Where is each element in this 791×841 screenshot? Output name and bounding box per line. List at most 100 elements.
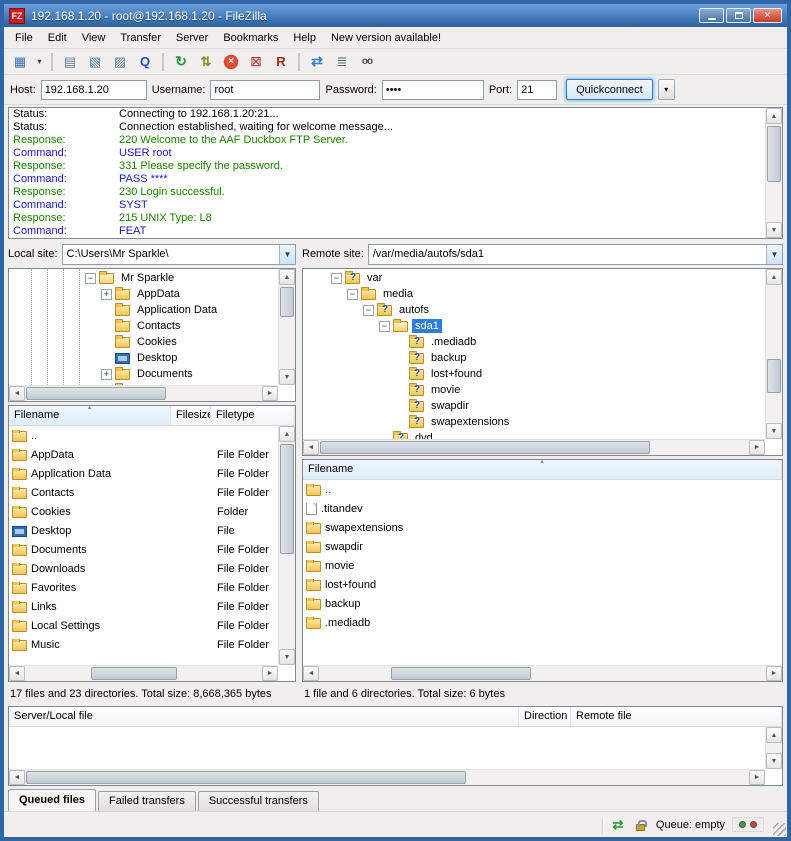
tree-expander-icon[interactable] <box>363 305 374 316</box>
search-binoculars-icon[interactable]: oo <box>355 51 379 73</box>
scroll-down-icon[interactable]: ▼ <box>766 423 782 439</box>
remote-site-combobox[interactable]: /var/media/autofs/sda1 ▼ <box>368 244 783 265</box>
quickconnect-dropdown-icon[interactable]: ▾ <box>658 79 675 100</box>
menu-item[interactable]: View <box>75 29 113 47</box>
queue-tab[interactable]: Successful transfers <box>198 791 319 811</box>
tree-expander-icon[interactable] <box>395 369 406 380</box>
remote-tree-item[interactable]: sda1 <box>303 318 765 334</box>
Links[interactable]: Links File Folder <box>9 597 295 616</box>
Downloads[interactable]: Downloads File Folder <box>9 559 295 578</box>
column-header-filesize[interactable]: Filesize <box>171 406 211 425</box>
menu-item[interactable]: Transfer <box>113 29 168 47</box>
toggle-queue-icon[interactable]: Q <box>133 51 157 73</box>
queue-vertical-scrollbar[interactable]: ▲ ▼ <box>765 727 782 769</box>
local-tree-item[interactable]: Mr Sparkle <box>9 270 278 286</box>
scroll-right-icon[interactable]: ► <box>749 440 765 455</box>
remote-tree-item[interactable]: swapdir <box>303 398 765 414</box>
synchronized-browsing-status-icon[interactable]: ⇄ <box>610 817 626 833</box>
remote-tree-item[interactable]: dvd <box>303 430 765 439</box>
queue-tab[interactable]: Failed transfers <box>98 791 196 811</box>
local-tree-item[interactable]: Cookies <box>9 334 278 350</box>
scroll-thumb[interactable] <box>280 287 294 317</box>
lost+found[interactable]: lost+found <box>303 575 782 594</box>
menu-item[interactable]: New version available! <box>324 29 448 47</box>
site-manager-icon[interactable]: ▦ <box>8 51 32 73</box>
scroll-thumb[interactable] <box>26 387 166 400</box>
remote-tree-vertical-scrollbar[interactable]: ▲ ▼ <box>765 269 782 439</box>
cancel-icon[interactable]: × <box>219 51 243 73</box>
synchronized-browsing-icon[interactable]: ⇄ <box>305 51 329 73</box>
scroll-up-icon[interactable]: ▲ <box>766 727 782 743</box>
minimize-button[interactable] <box>699 8 724 23</box>
local-site-combobox[interactable]: C:\Users\Mr Sparkle\ ▼ <box>62 244 296 265</box>
local-tree-vertical-scrollbar[interactable]: ▲ ▼ <box>278 269 295 385</box>
tree-expander-icon[interactable] <box>101 369 112 380</box>
swapdir[interactable]: swapdir <box>303 537 782 556</box>
tree-expander-icon[interactable] <box>395 401 406 412</box>
scroll-down-icon[interactable]: ▼ <box>766 222 782 238</box>
port-input[interactable] <box>517 80 557 100</box>
remote-tree-item[interactable]: autofs <box>303 302 765 318</box>
scroll-down-icon[interactable]: ▼ <box>766 753 782 769</box>
scroll-up-icon[interactable]: ▲ <box>279 269 295 285</box>
backup[interactable]: backup <box>303 594 782 613</box>
..[interactable]: .. <box>303 480 782 499</box>
scroll-up-icon[interactable]: ▲ <box>766 108 782 124</box>
swapextensions[interactable]: swapextensions <box>303 518 782 537</box>
Local Settings[interactable]: Local Settings File Folder <box>9 616 295 635</box>
disconnect-icon[interactable]: ⊠ <box>244 51 268 73</box>
toggle-message-log-icon[interactable]: ▤ <box>58 51 82 73</box>
queue-tab[interactable]: Queued files <box>8 789 96 811</box>
local-tree-item[interactable]: Application Data <box>9 302 278 318</box>
scroll-thumb[interactable] <box>767 126 781 182</box>
scroll-up-icon[interactable]: ▲ <box>766 269 782 285</box>
column-header-filetype[interactable]: Filetype <box>211 406 295 425</box>
column-header-direction[interactable]: Direction <box>519 707 571 726</box>
Application Data[interactable]: Application Data File Folder <box>9 464 295 483</box>
scroll-right-icon[interactable]: ► <box>262 386 278 401</box>
Favorites[interactable]: Favorites File Folder <box>9 578 295 597</box>
.titandev[interactable]: .titandev <box>303 499 782 518</box>
scroll-left-icon[interactable]: ◄ <box>303 440 319 455</box>
local-tree-item[interactable]: AppData <box>9 286 278 302</box>
tree-expander-icon[interactable] <box>379 321 390 332</box>
process-queue-icon[interactable]: ⇅ <box>194 51 218 73</box>
toggle-remote-tree-icon[interactable]: ▨ <box>108 51 132 73</box>
local-tree-horizontal-scrollbar[interactable]: ◄ ► <box>9 385 278 401</box>
site-manager-dropdown-icon[interactable]: ▾ <box>33 51 46 73</box>
resize-grip[interactable] <box>773 823 786 836</box>
column-header-filename[interactable]: ▲ Filename <box>9 406 171 425</box>
scroll-thumb[interactable] <box>91 667 177 680</box>
scroll-right-icon[interactable]: ► <box>766 666 782 681</box>
tree-expander-icon[interactable] <box>395 417 406 428</box>
directory-comparison-icon[interactable]: ≣ <box>330 51 354 73</box>
toggle-local-tree-icon[interactable]: ▧ <box>83 51 107 73</box>
local-list-vertical-scrollbar[interactable]: ▲ ▼ <box>278 426 295 665</box>
titlebar[interactable]: FZ 192.168.1.20 - root@192.168.1.20 - Fi… <box>4 4 787 27</box>
remote-tree-item[interactable]: lost+found <box>303 366 765 382</box>
scroll-thumb[interactable] <box>767 359 781 393</box>
scroll-left-icon[interactable]: ◄ <box>9 666 25 681</box>
..[interactable]: .. <box>9 426 295 445</box>
scroll-left-icon[interactable]: ◄ <box>303 666 319 681</box>
column-header-server-local-file[interactable]: Server/Local file <box>9 707 519 726</box>
password-input[interactable] <box>382 80 484 100</box>
remote-tree-item[interactable]: movie <box>303 382 765 398</box>
scroll-right-icon[interactable]: ► <box>749 770 765 785</box>
remote-tree-horizontal-scrollbar[interactable]: ◄ ► <box>303 439 765 455</box>
log-vertical-scrollbar[interactable]: ▲ ▼ <box>765 108 782 238</box>
local-tree-item[interactable]: Documents <box>9 366 278 382</box>
menu-item[interactable]: Server <box>169 29 215 47</box>
chevron-down-icon[interactable]: ▼ <box>766 245 782 264</box>
tree-expander-icon[interactable] <box>101 289 112 300</box>
tree-expander-icon[interactable] <box>101 321 112 332</box>
Contacts[interactable]: Contacts File Folder <box>9 483 295 502</box>
menu-item[interactable]: Edit <box>41 29 74 47</box>
tree-expander-icon[interactable] <box>101 337 112 348</box>
remote-tree-item[interactable]: media <box>303 286 765 302</box>
refresh-icon[interactable]: ↻ <box>169 51 193 73</box>
column-header-filename[interactable]: ▲ Filename <box>303 460 782 479</box>
reconnect-icon[interactable]: R <box>269 51 293 73</box>
Cookies[interactable]: Cookies Folder <box>9 502 295 521</box>
Desktop[interactable]: Desktop File <box>9 521 295 540</box>
